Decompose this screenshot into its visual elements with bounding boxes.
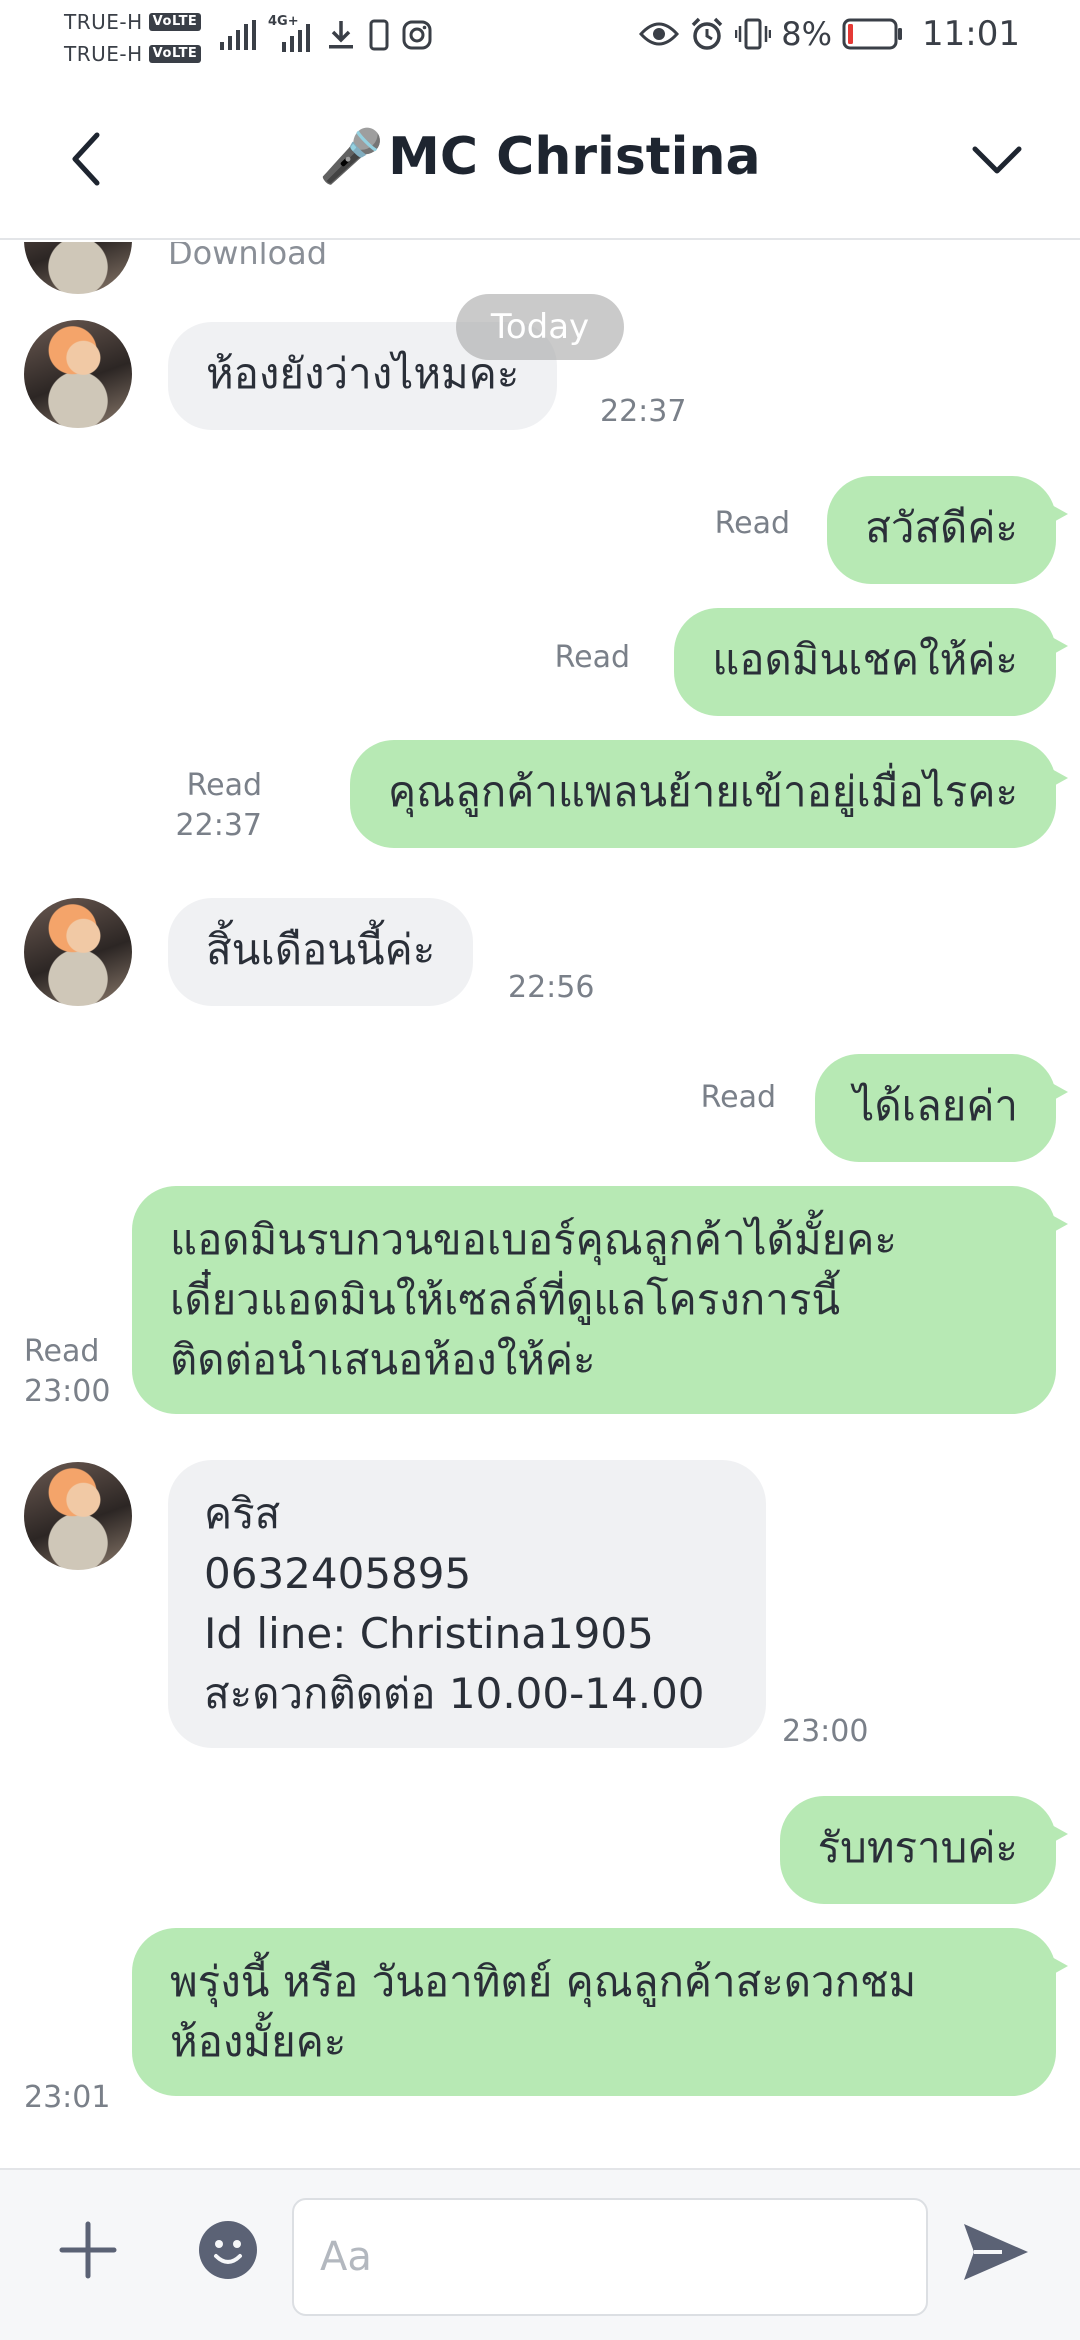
outgoing-message[interactable]: คุณลูกค้าแพลนย้ายเข้าอยู่เมื่อไรคะ <box>350 740 1068 848</box>
read-receipt: Read <box>714 506 790 541</box>
send-button[interactable] <box>958 2214 1034 2290</box>
battery-icon <box>842 18 903 50</box>
eye-icon <box>639 22 680 46</box>
message-meta: Read 23:00 <box>24 1332 110 1412</box>
plus-icon <box>59 2221 117 2279</box>
microphone-icon: 🎤 <box>319 127 385 187</box>
read-receipt: Read <box>24 1334 100 1369</box>
carrier-2: TRUE-H VoLTE <box>64 42 202 66</box>
signal-icon <box>220 20 256 50</box>
avatar[interactable] <box>24 242 132 294</box>
incoming-message[interactable]: สิ้นเดือนนี้ค่ะ <box>168 898 474 1006</box>
smiley-icon <box>199 2221 257 2279</box>
battery-percent: 8% <box>781 15 833 53</box>
signal-4g-icon: 4G+ <box>268 14 314 52</box>
message-time: 22:37 <box>175 808 262 843</box>
carrier-1: TRUE-H VoLTE <box>64 10 202 34</box>
alarm-icon <box>692 17 723 50</box>
contact-name: MC Christina <box>388 127 761 187</box>
status-bar: TRUE-H VoLTE TRUE-H VoLTE 4G+ 8% 11:01 <box>0 0 1080 72</box>
message-text-line: ติดต่อนำเสนอห้องให้ค่ะ <box>170 1335 596 1384</box>
message-list[interactable]: Download ห้องยังว่างไหมคะ 22:37 Today Re… <box>0 242 1080 2167</box>
message-text-line: พรุ่งนี้ หรือ วันอาทิตย์ คุณลูกค้าสะดวกช… <box>170 1957 917 2006</box>
avatar[interactable] <box>24 898 132 1006</box>
clock: 11:01 <box>922 14 1020 54</box>
message-text-line: ห้องมั้ยคะ <box>170 2017 347 2066</box>
instagram-icon <box>402 20 432 50</box>
avatar[interactable] <box>24 320 132 428</box>
download-status-icon <box>329 21 353 49</box>
outgoing-message[interactable]: รับทราบค่ะ <box>779 1796 1069 1904</box>
message-text-line: สะดวกติดต่อ 10.00-14.00 <box>204 1669 705 1718</box>
message-text: แอดมินเชคให้ค่ะ <box>712 635 1018 684</box>
composer-bar <box>0 2168 1080 2340</box>
message-time: 23:00 <box>782 1714 869 1749</box>
send-icon <box>964 2224 1028 2280</box>
message-time: 22:37 <box>600 394 687 429</box>
outgoing-message[interactable]: พรุ่งนี้ หรือ วันอาทิตย์ คุณลูกค้าสะดวกช… <box>132 1928 1068 2096</box>
chat-header: 🎤MC Christina <box>0 80 1080 240</box>
chevron-down-icon <box>972 146 1022 174</box>
status-icons-right: 8% 11:01 <box>639 14 1020 54</box>
volte-badge-2: VoLTE <box>148 45 202 63</box>
message-text: สวัสดีค่ะ <box>865 503 1018 552</box>
message-text: ห้องยังว่างไหมคะ <box>206 349 520 398</box>
read-receipt: Read <box>186 768 262 803</box>
message-text-line: 0632405895 <box>204 1549 472 1598</box>
download-label[interactable]: Download <box>168 242 327 272</box>
message-input[interactable] <box>292 2198 928 2316</box>
attach-button[interactable] <box>56 2218 120 2282</box>
chat-title: 🎤MC Christina <box>0 126 1080 187</box>
volte-badge: VoLTE <box>148 13 202 31</box>
read-receipt: Read <box>554 640 630 675</box>
message-meta: Read 22:37 <box>176 766 262 846</box>
message-time: 23:00 <box>24 1374 111 1409</box>
vibrate-icon <box>735 18 772 50</box>
outgoing-message[interactable]: ได้เลยค่า <box>815 1054 1068 1162</box>
incoming-message[interactable]: คริส 0632405895 Id line: Christina1905 ส… <box>168 1460 766 1748</box>
status-icons-left: 4G+ <box>220 14 432 52</box>
message-text: สิ้นเดือนนี้ค่ะ <box>206 925 436 974</box>
message-text-line: แอดมินรบกวนขอเบอร์คุณลูกค้าได้มั้ยคะ <box>170 1215 897 1264</box>
carrier-1-label: TRUE-H <box>64 10 143 34</box>
carrier-2-label: TRUE-H <box>64 42 143 66</box>
read-receipt: Read <box>700 1080 776 1115</box>
message-text: รับทราบค่ะ <box>817 1823 1018 1872</box>
outgoing-message[interactable]: แอดมินรบกวนขอเบอร์คุณลูกค้าได้มั้ยคะ เดี… <box>132 1186 1068 1414</box>
expand-menu-button[interactable] <box>962 124 1032 194</box>
emoji-button[interactable] <box>196 2218 260 2282</box>
outgoing-message[interactable]: แอดมินเชคให้ค่ะ <box>674 608 1068 716</box>
message-time: 23:01 <box>24 2080 111 2115</box>
message-text-line: เดี๋ยวแอดมินให้เซลล์ที่ดูแลโครงการนี้ <box>170 1275 841 1324</box>
message-text: คุณลูกค้าแพลนย้ายเข้าอยู่เมื่อไรคะ <box>388 767 1018 816</box>
message-text-line: คริส <box>204 1489 281 1538</box>
date-separator: Today <box>456 294 624 360</box>
phone-status-icon <box>369 19 389 51</box>
message-time: 22:56 <box>508 970 595 1005</box>
outgoing-message[interactable]: สวัสดีค่ะ <box>827 476 1068 584</box>
message-text-line: Id line: Christina1905 <box>204 1609 654 1658</box>
avatar[interactable] <box>24 1462 132 1570</box>
message-text: ได้เลยค่า <box>853 1081 1018 1130</box>
